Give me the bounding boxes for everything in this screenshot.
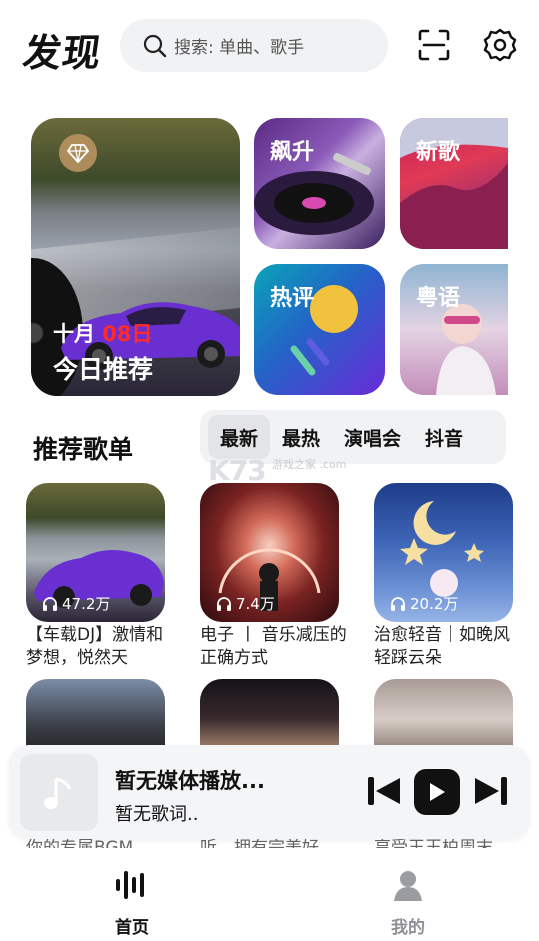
playlist-card[interactable]: 47.2万 【车载DJ】激情和梦想，悦然天 [26,483,165,670]
play-icon [430,783,445,801]
tab-hottest[interactable]: 最热 [270,415,332,459]
play-count: 47.2万 [42,593,110,614]
play-button[interactable] [414,769,460,815]
tile-cantonese-label: 粤语 [416,286,461,311]
search-placeholder: 搜索: 单曲、歌手 [174,38,305,58]
playlist-name: 【车载DJ】激情和梦想，悦然天 [26,625,164,668]
next-icon [475,777,507,805]
tab-douyin[interactable]: 抖音 [413,415,475,459]
tile-rising-label: 飙升 [270,140,315,165]
nav-mine-label: 我的 [391,918,425,938]
page-title: 发现 [20,31,105,75]
play-count-value: 7.4万 [236,595,275,613]
tile-hot-label: 热评 [270,286,315,311]
bottom-nav: 首页 我的 [0,855,539,941]
headphones-icon [391,596,405,611]
tile-rising[interactable]: 飙升 [254,118,385,249]
playlist-card[interactable]: 20.2万 治愈轻音｜如晚风轻踩云朵 [374,483,513,670]
play-count-value: 20.2万 [410,595,459,613]
tile-cantonese[interactable]: 粤语 [400,264,508,395]
nav-home-label: 首页 [115,918,149,938]
tile-hot-comments[interactable]: 热评 [254,264,385,395]
playlist-card[interactable]: 7.4万 电子 丨 音乐减压的正确方式 [200,483,347,670]
playlist-name-partial: 享受王玉柏周末 [374,838,493,848]
diamond-icon [59,134,97,172]
tab-concert[interactable]: 演唱会 [332,415,413,459]
hero-month: 十月 [53,322,95,346]
play-count-value: 47.2万 [62,595,111,613]
playlist-name: 治愈轻音｜如晚风轻踩云朵 [374,625,510,668]
scan-icon [418,29,450,61]
playlist-name-partial: 听，拥有完美好 [200,838,319,848]
user-icon [394,871,422,901]
waveform-icon [116,871,144,899]
search-bar[interactable]: 搜索: 单曲、歌手 [120,19,388,72]
tile-new-label: 新歌 [416,140,461,165]
hero-day: 08日 [102,322,153,346]
nav-home[interactable]: 首页 [92,867,172,938]
album-art [20,754,98,831]
playlist-name-partial: 你的专属BGM [26,838,134,848]
tab-latest[interactable]: 最新 [208,415,271,459]
section-title: 推荐歌单 [33,435,134,464]
headphones-icon [217,596,231,611]
previous-button[interactable] [364,771,404,811]
watermark-subtext: 游戏之家 .com [272,458,347,471]
hero-date: 十月 08日 [53,318,153,348]
next-button[interactable] [471,771,511,811]
previous-icon [368,777,400,805]
player-title: 暂无媒体播放... [115,769,265,793]
playlist-cover: 47.2万 [26,483,165,622]
playlist-cover: 20.2万 [374,483,513,622]
play-count: 20.2万 [390,593,458,614]
hero-title: 今日推荐 [53,355,154,384]
settings-button[interactable] [479,24,521,66]
player-lyric: 暂无歌词.. [115,804,199,825]
tile-new-songs[interactable]: 新歌 [400,118,508,249]
scan-button[interactable] [413,24,455,66]
nav-mine[interactable]: 我的 [368,867,448,938]
search-icon [143,34,167,57]
playlist-cover: 7.4万 [200,483,339,622]
headphones-icon [43,596,57,611]
settings-icon [483,28,517,62]
daily-recommend-card[interactable]: 十月 08日 今日推荐 [31,118,240,396]
play-count: 7.4万 [216,593,275,614]
mini-player[interactable]: 暂无媒体播放... 暂无歌词.. [9,745,530,839]
music-note-icon [44,777,72,809]
playlist-name: 电子 丨 音乐减压的正确方式 [200,625,347,668]
header: 发现 搜索: 单曲、歌手 [0,0,539,96]
